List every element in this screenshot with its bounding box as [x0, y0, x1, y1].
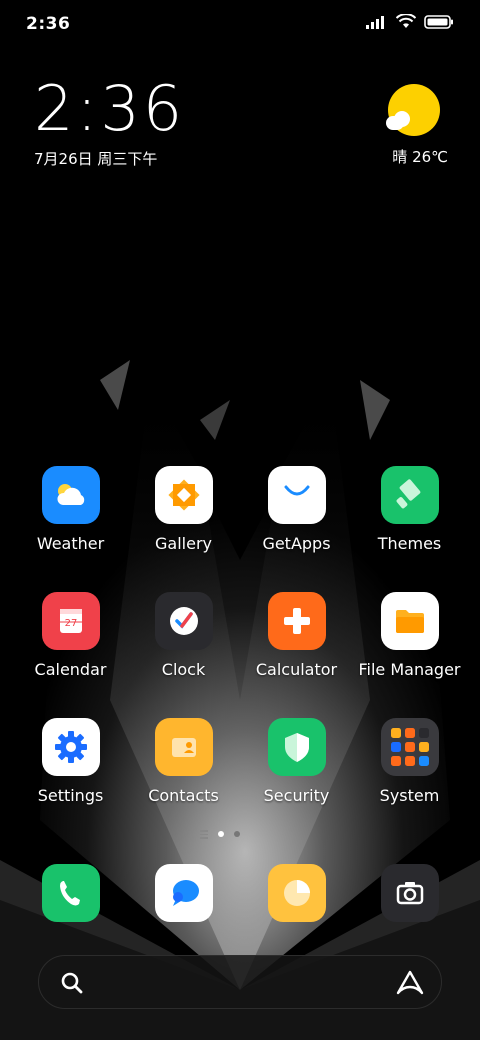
widget-time: 2:36 — [34, 72, 186, 145]
app-file-manager[interactable]: File Manager — [353, 592, 466, 718]
app-label: Themes — [377, 534, 442, 553]
status-time: 2:36 — [26, 14, 71, 34]
app-label: Calculator — [255, 660, 338, 679]
app-label: Clock — [161, 660, 206, 679]
page-dot — [234, 831, 240, 838]
battery-icon — [424, 14, 453, 29]
widget-date: 7月26日 周三下午 — [34, 150, 158, 168]
page-indicator[interactable] — [200, 830, 240, 839]
app-calendar[interactable]: 27 Calendar — [14, 592, 127, 718]
phone-icon — [41, 864, 100, 922]
app-label: Gallery — [155, 534, 212, 553]
app-label: Weather — [36, 534, 105, 553]
dock — [14, 864, 466, 922]
app-gallery[interactable]: Gallery — [127, 466, 240, 592]
app-label: Contacts — [148, 786, 219, 805]
app-security[interactable]: Security — [240, 718, 353, 844]
wifi-icon — [396, 14, 416, 28]
app-label: File Manager — [358, 660, 461, 679]
dock-messaging[interactable] — [127, 864, 240, 922]
search-icon[interactable] — [59, 970, 85, 996]
app-label: Security — [263, 786, 330, 805]
clock-widget[interactable]: 2:36 7月26日 周三下午 — [34, 78, 185, 169]
clock-icon — [154, 592, 213, 650]
dock-camera[interactable] — [353, 864, 466, 922]
dock-phone[interactable] — [14, 864, 127, 922]
app-clock[interactable]: Clock — [127, 592, 240, 718]
search-bar[interactable] — [38, 955, 442, 1009]
app-weather[interactable]: Weather — [14, 466, 127, 592]
signal-icon — [366, 15, 384, 29]
app-folder-system[interactable]: System — [353, 718, 466, 844]
folder-grid-icon — [380, 718, 439, 776]
calculator-icon — [267, 592, 326, 650]
assistant-icon[interactable] — [395, 969, 425, 997]
app-settings[interactable]: Settings — [14, 718, 127, 844]
getapps-icon — [267, 466, 326, 524]
folder-icon — [380, 592, 439, 650]
settings-icon — [41, 718, 100, 776]
contacts-icon — [154, 718, 213, 776]
messaging-icon — [154, 864, 213, 922]
calendar-icon: 27 — [41, 592, 100, 650]
themes-icon — [380, 466, 439, 524]
app-label: GetApps — [262, 534, 331, 553]
app-grid: Weather Gallery GetApps Themes 27 Calend… — [14, 466, 466, 844]
app-label: Calendar — [34, 660, 107, 679]
lines-icon — [200, 830, 208, 839]
weather-icon — [41, 466, 100, 524]
weather-text: 晴 26℃ — [392, 148, 448, 166]
app-contacts[interactable]: Contacts — [127, 718, 240, 844]
browser-icon — [267, 864, 326, 922]
app-getapps[interactable]: GetApps — [240, 466, 353, 592]
page-dot-active — [218, 831, 224, 838]
status-icons — [366, 14, 454, 29]
status-bar: 2:36 — [0, 0, 480, 50]
app-calculator[interactable]: Calculator — [240, 592, 353, 718]
app-themes[interactable]: Themes — [353, 466, 466, 592]
dock-browser[interactable] — [240, 864, 353, 922]
weather-widget[interactable]: 晴 26℃ — [384, 84, 448, 166]
camera-icon — [380, 864, 439, 922]
app-label: Settings — [37, 786, 104, 805]
calendar-day: 27 — [64, 618, 77, 629]
shield-icon — [267, 718, 326, 776]
app-label: System — [379, 786, 440, 805]
gallery-icon — [154, 466, 213, 524]
sun-cloud-icon — [386, 84, 440, 136]
